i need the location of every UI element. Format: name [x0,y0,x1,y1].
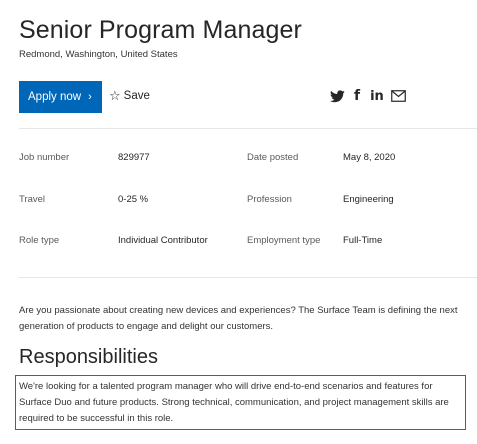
profession-label: Profession [247,194,292,205]
job-intro-text: Are you passionate about creating new de… [19,305,458,332]
job-location: Redmond, Washington, United States [19,49,178,60]
date-posted-label: Date posted [247,152,299,163]
travel-label: Travel [19,194,46,205]
role-type-value: Individual Contributor [118,235,208,246]
email-icon[interactable] [390,90,406,102]
linkedin-icon[interactable]: in [370,90,384,103]
star-icon: ☆ [109,88,121,103]
job-number-label: Job number [19,152,70,163]
responsibilities-heading: Responsibilities [19,346,158,368]
job-title: Senior Program Manager [19,16,302,44]
facebook-icon[interactable]: f [354,89,360,103]
twitter-icon[interactable] [329,88,345,104]
save-label: Save [123,89,150,102]
chevron-right-icon: › [88,91,92,103]
date-posted-value: May 8, 2020 [343,152,396,163]
save-button[interactable]: ☆ Save [109,89,150,102]
role-type-label: Role type [19,235,60,246]
profession-value: Engineering [343,194,394,205]
employment-type-value: Full-Time [343,235,383,246]
job-posting-page: Senior Program Manager Redmond, Washingt… [0,0,477,444]
responsibilities-text: We're looking for a talented program man… [19,381,449,424]
travel-value: 0-25 % [118,194,149,205]
apply-now-label: Apply now [28,91,82,103]
divider [19,277,477,278]
job-number-value: 829977 [118,152,150,163]
apply-now-button[interactable]: Apply now › [19,81,102,113]
employment-type-label: Employment type [247,235,321,246]
share-icons: f in [329,88,406,104]
divider [19,128,477,129]
